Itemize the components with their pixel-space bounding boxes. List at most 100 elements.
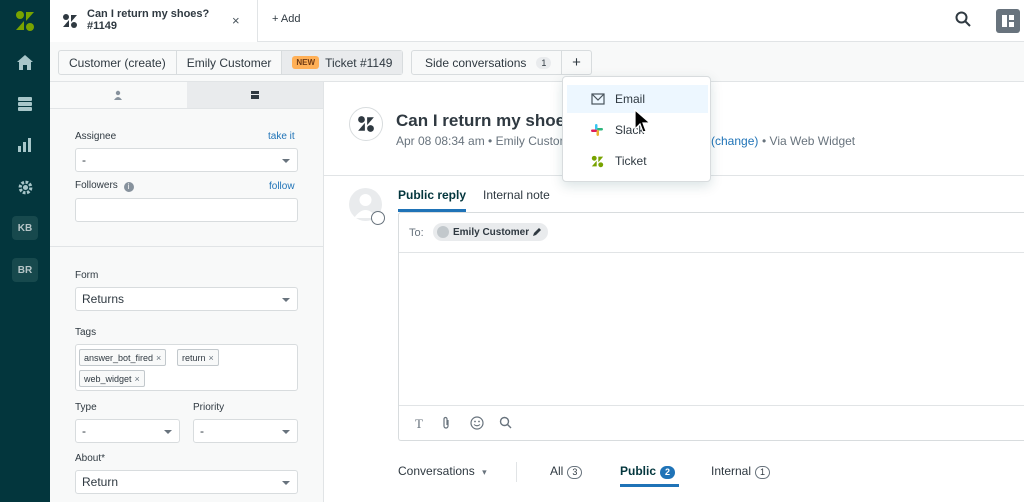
avatar-status-icon: [371, 211, 385, 225]
conversations-dropdown[interactable]: Conversations ▾: [398, 464, 487, 478]
panel-tabs: [50, 82, 323, 109]
tab-ticket-properties[interactable]: [186, 82, 323, 108]
remove-tag-icon[interactable]: ×: [135, 374, 140, 384]
assignee-select[interactable]: -: [75, 148, 298, 172]
about-select[interactable]: Return: [75, 470, 298, 494]
search-icon[interactable]: [499, 416, 512, 432]
tab-public[interactable]: Public 2: [620, 464, 676, 479]
emoji-icon[interactable]: [470, 416, 484, 433]
tab-public-reply[interactable]: Public reply: [398, 188, 467, 212]
menu-item-label: Ticket: [615, 154, 647, 168]
tag-label: answer_bot_fired: [84, 352, 154, 363]
followers-field[interactable]: [75, 198, 298, 222]
text-format-icon[interactable]: T: [415, 416, 423, 432]
to-label: To:: [409, 227, 424, 239]
tag-chip[interactable]: return ×: [177, 349, 219, 366]
tab-internal-label: Internal: [711, 464, 752, 478]
remove-tag-icon[interactable]: ×: [156, 353, 161, 363]
followers-label: Followers i: [75, 180, 134, 192]
priority-label: Priority: [193, 402, 225, 413]
form-select[interactable]: Returns: [75, 287, 298, 311]
follow-link[interactable]: follow: [269, 181, 295, 192]
tag-label: web_widget: [84, 373, 132, 384]
tab-all-label: All: [550, 464, 564, 478]
recipient-name: Emily Customer: [453, 226, 530, 238]
reporting-icon[interactable]: [13, 134, 37, 156]
conversation-filter-tabs: Conversations ▾ All 3 Public 2 Internal 1: [398, 462, 1024, 502]
tags-field[interactable]: answer_bot_fired × return × web_widget ×: [75, 344, 298, 391]
ticket-properties-icon: [250, 88, 260, 103]
reply-tabs: Public reply Internal note: [398, 188, 567, 212]
breadcrumb: Customer (create) Emily Customer NEW Tic…: [58, 50, 404, 75]
top-bar: Can I return my shoes? #1149 × + Add: [50, 0, 1024, 42]
zendesk-logo-icon[interactable]: [13, 9, 37, 33]
menu-item-ticket[interactable]: Ticket: [567, 147, 708, 175]
tab-public-label: Public: [620, 464, 657, 478]
ticket-subject[interactable]: Can I return my shoes?: [396, 111, 585, 131]
add-side-conversation-button[interactable]: +: [562, 51, 591, 74]
tab-public-count: 2: [660, 466, 676, 479]
recipient-line: To: Emily Customer: [399, 213, 1024, 253]
breadcrumb-organization[interactable]: Customer (create): [59, 51, 177, 74]
close-tab-icon[interactable]: ×: [232, 13, 240, 28]
reply-composer[interactable]: To: Emily Customer T: [398, 212, 1024, 441]
tab-user[interactable]: [50, 82, 187, 108]
breadcrumb-ticket[interactable]: NEW Ticket #1149: [282, 51, 403, 74]
ticket-tab[interactable]: Can I return my shoes? #1149 ×: [50, 0, 258, 42]
attachment-icon[interactable]: [441, 416, 451, 433]
views-icon[interactable]: [13, 93, 37, 115]
tag-label: return: [182, 352, 206, 363]
edit-pencil-icon[interactable]: [532, 227, 542, 237]
type-label: Type: [75, 402, 97, 413]
ticket-channel: • Via Web Widget: [762, 134, 856, 148]
product-nav: KB BR: [0, 0, 50, 502]
breadcrumb-requester[interactable]: Emily Customer: [177, 51, 283, 74]
side-conversations-count: 1: [536, 56, 552, 69]
chevron-down-icon: ▾: [482, 467, 487, 477]
form-label: Form: [75, 270, 99, 281]
followers-label-text: Followers: [75, 180, 118, 191]
tag-chip[interactable]: answer_bot_fired ×: [79, 349, 167, 366]
change-requester-link[interactable]: (change): [711, 134, 758, 148]
tab-internal-note[interactable]: Internal note: [483, 188, 550, 212]
zendesk-ticket-icon: [62, 13, 78, 32]
new-status-badge: NEW: [292, 56, 320, 69]
tag-chip[interactable]: web_widget ×: [79, 370, 145, 387]
tab-all-count: 3: [567, 466, 583, 479]
add-button[interactable]: + Add: [272, 13, 300, 25]
tab-internal[interactable]: Internal 1: [711, 464, 771, 479]
priority-select[interactable]: -: [193, 419, 298, 443]
tab-all[interactable]: All 3: [550, 464, 583, 479]
mouse-cursor-icon: [634, 108, 652, 138]
type-select[interactable]: -: [75, 419, 180, 443]
tags-label: Tags: [75, 327, 97, 338]
side-conversations-button[interactable]: Side conversations 1: [412, 51, 562, 74]
tab-internal-count: 1: [755, 466, 771, 479]
search-icon[interactable]: [955, 11, 971, 30]
ticket-tab-title: Can I return my shoes? #1149: [87, 8, 210, 32]
side-conversations-control: Side conversations 1 +: [411, 50, 592, 75]
remove-tag-icon[interactable]: ×: [209, 353, 214, 363]
ticket-properties-panel: Assignee take it - Followers i follow Fo…: [50, 82, 324, 502]
ticket-subbar: Customer (create) Emily Customer NEW Tic…: [50, 42, 1024, 82]
admin-gear-icon[interactable]: [13, 176, 37, 198]
composer-body[interactable]: [399, 254, 1024, 404]
brand-logo-icon: [349, 107, 383, 141]
composer-toolbar: T: [399, 405, 1024, 441]
nav-badge-kb[interactable]: KB: [12, 216, 38, 240]
user-icon: [113, 88, 123, 103]
info-icon: i: [123, 182, 134, 192]
breadcrumb-ticket-label: Ticket #1149: [325, 55, 393, 70]
take-it-link[interactable]: take it: [268, 131, 295, 142]
recipient-chip[interactable]: Emily Customer: [433, 223, 549, 241]
ticket-meta: Apr 08 08:34 am • Emily Customer: [396, 134, 581, 148]
side-conversations-label: Side conversations: [425, 55, 527, 70]
home-icon[interactable]: [13, 51, 37, 73]
panel-divider: [50, 246, 324, 247]
email-icon: [591, 93, 605, 108]
recipient-avatar: [437, 226, 449, 238]
conversations-label: Conversations: [398, 464, 475, 478]
nav-badge-br[interactable]: BR: [12, 258, 38, 282]
apps-icon[interactable]: [996, 9, 1020, 33]
zendesk-ticket-icon: [591, 155, 604, 171]
